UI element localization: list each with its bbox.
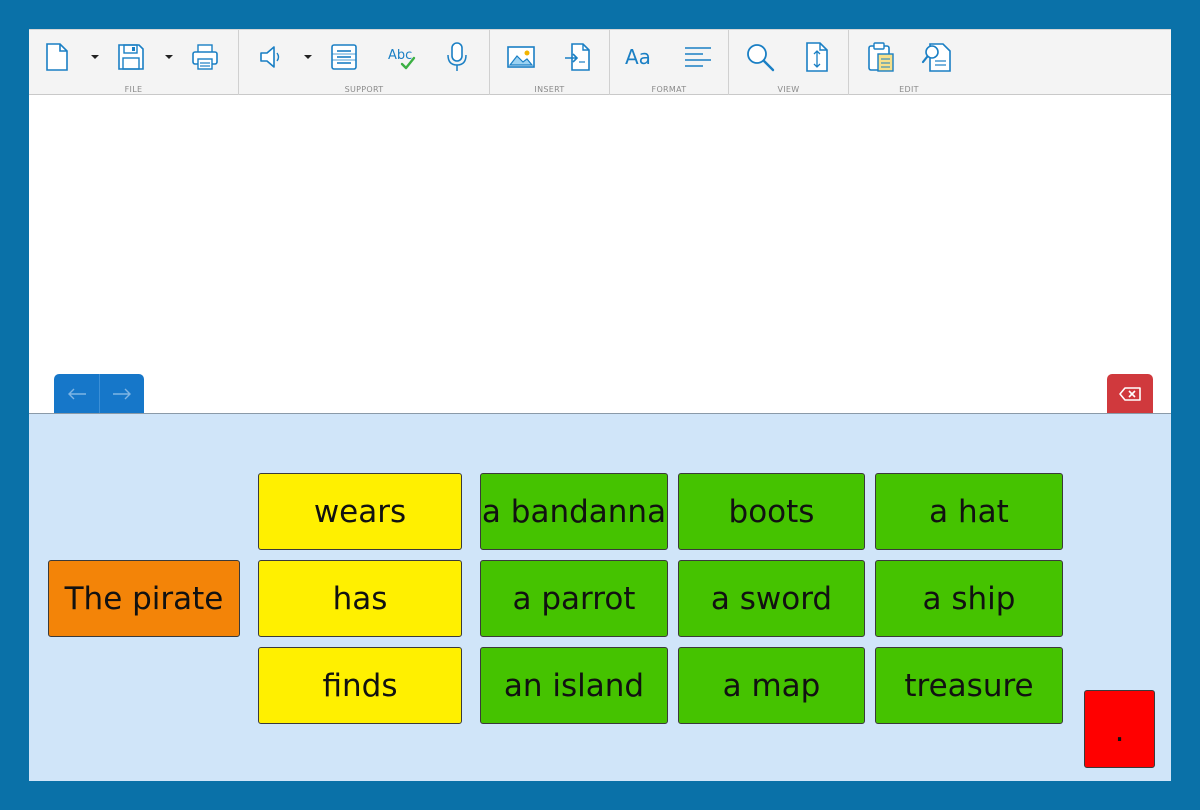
- object-cell[interactable]: a bandanna: [480, 473, 668, 550]
- arrow-right-icon: [113, 388, 131, 399]
- image-icon[interactable]: [503, 38, 539, 76]
- edit-group-label: EDIT: [899, 85, 919, 94]
- backspace-button[interactable]: [1107, 374, 1153, 413]
- paste-icon[interactable]: [863, 38, 899, 76]
- forward-button[interactable]: [99, 374, 144, 413]
- svg-text:Aa: Aa: [625, 45, 651, 69]
- find-replace-icon[interactable]: [919, 38, 955, 76]
- object-cell[interactable]: a ship: [875, 560, 1063, 637]
- page-size-icon[interactable]: [799, 38, 835, 76]
- back-button[interactable]: [54, 374, 99, 413]
- zoom-icon[interactable]: [742, 38, 778, 76]
- new-document-icon[interactable]: [39, 38, 75, 76]
- subject-cell[interactable]: The pirate: [48, 560, 240, 637]
- verb-cell[interactable]: has: [258, 560, 462, 637]
- backspace-icon: [1119, 386, 1141, 401]
- full-stop-cell[interactable]: .: [1084, 690, 1155, 768]
- view-group-label: VIEW: [777, 85, 800, 94]
- arrow-left-icon: [67, 388, 86, 399]
- dropdown-arrow-icon[interactable]: [88, 38, 102, 76]
- object-cell[interactable]: treasure: [875, 647, 1063, 724]
- object-cell[interactable]: a hat: [875, 473, 1063, 550]
- edit-group: EDIT: [849, 30, 969, 96]
- object-cell[interactable]: a sword: [678, 560, 865, 637]
- support-group: Abc SUPPORT: [239, 30, 490, 96]
- verb-cell[interactable]: wears: [258, 473, 462, 550]
- spellcheck-icon[interactable]: Abc: [384, 38, 420, 76]
- format-group-label: FORMAT: [651, 85, 687, 94]
- svg-text:Abc: Abc: [388, 48, 412, 63]
- microphone-icon[interactable]: [439, 38, 475, 76]
- history-nav: [54, 374, 144, 413]
- insert-group: INSERT: [490, 30, 610, 96]
- verb-cell[interactable]: finds: [258, 647, 462, 724]
- insert-document-icon[interactable]: [560, 38, 596, 76]
- dropdown-arrow-icon[interactable]: [301, 38, 315, 76]
- object-cell[interactable]: boots: [678, 473, 865, 550]
- insert-group-label: INSERT: [534, 85, 565, 94]
- format-group: Aa FORMAT: [610, 30, 729, 96]
- save-icon[interactable]: [113, 38, 149, 76]
- speaker-icon[interactable]: [253, 38, 289, 76]
- object-cell[interactable]: an island: [480, 647, 668, 724]
- view-group: VIEW: [729, 30, 849, 96]
- object-cell[interactable]: a map: [678, 647, 865, 724]
- align-left-icon[interactable]: [680, 38, 716, 76]
- document-editor[interactable]: [29, 95, 1171, 413]
- word-list-icon[interactable]: [326, 38, 362, 76]
- font-icon[interactable]: Aa: [622, 38, 658, 76]
- print-icon[interactable]: [187, 38, 223, 76]
- writing-app-window: FILE Abc SUPPORT INSERT Aa FORMAT VIEW E…: [29, 29, 1171, 781]
- toolbar-ribbon: FILE Abc SUPPORT INSERT Aa FORMAT VIEW E…: [29, 29, 1171, 96]
- file-group: FILE: [29, 30, 239, 96]
- file-group-label: FILE: [124, 85, 143, 94]
- dropdown-arrow-icon[interactable]: [162, 38, 176, 76]
- object-cell[interactable]: a parrot: [480, 560, 668, 637]
- word-grid: The pirate wears has finds a bandanna bo…: [29, 413, 1171, 781]
- support-group-label: SUPPORT: [344, 85, 384, 94]
